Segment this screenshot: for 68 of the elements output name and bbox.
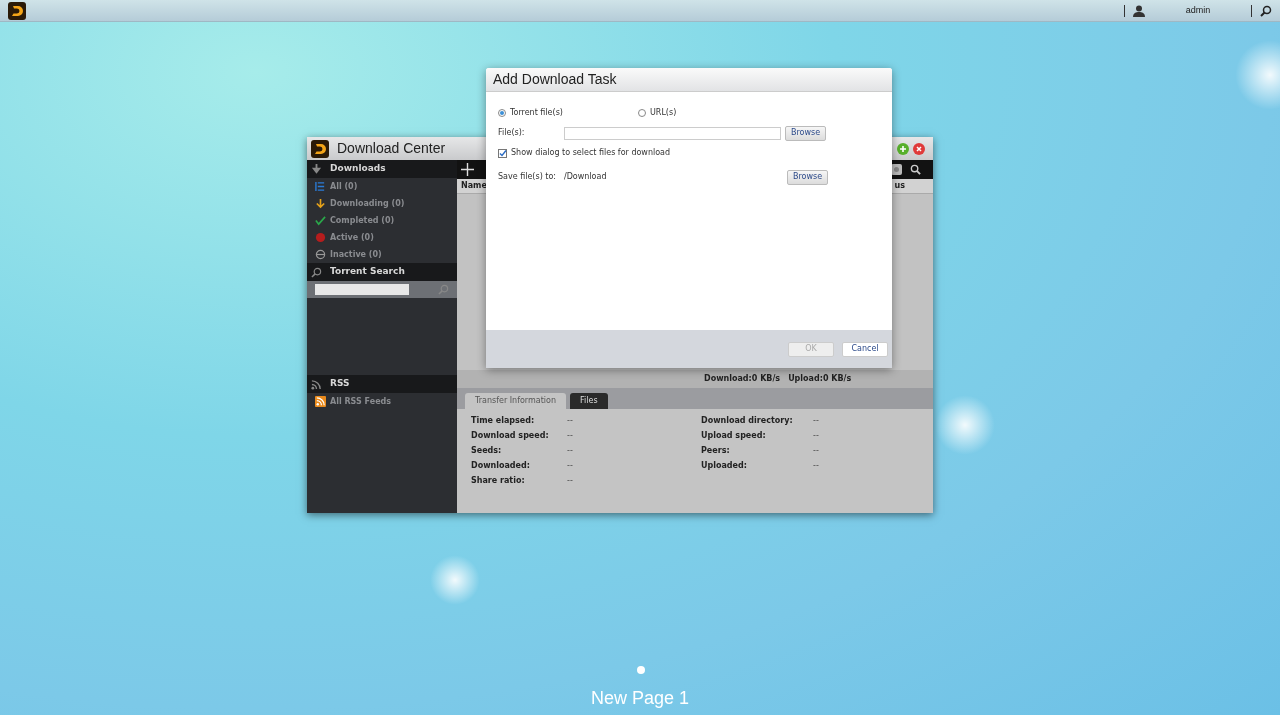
info-value: -- — [567, 444, 573, 457]
column-header[interactable]: Name — [461, 180, 487, 192]
sidebar-item[interactable]: Inactive (0) — [330, 248, 382, 261]
username[interactable]: admin — [1153, 3, 1243, 18]
section-title[interactable]: RSS — [330, 377, 350, 391]
info-label: Share ratio: — [471, 474, 526, 487]
search-icon — [438, 284, 449, 295]
sidebar-item[interactable]: Completed (0) — [330, 214, 395, 227]
settings-icon[interactable] — [891, 164, 902, 175]
info-value: -- — [567, 414, 573, 427]
cancel-button[interactable]: Cancel — [842, 341, 888, 357]
search-icon[interactable] — [1260, 4, 1272, 17]
info-value: -- — [813, 414, 819, 427]
page-indicator-dot[interactable] — [637, 666, 645, 674]
browse-button[interactable]: Browse — [785, 125, 827, 141]
close-icon[interactable] — [913, 142, 925, 155]
sidebar-item[interactable]: All RSS Feeds — [330, 395, 392, 408]
info-label: Uploaded: — [701, 459, 748, 472]
add-icon[interactable] — [461, 163, 474, 176]
info-label: Downloaded: — [471, 459, 531, 472]
stop-icon — [315, 232, 326, 243]
tab[interactable]: Files — [570, 393, 608, 409]
checkbox-label[interactable]: Show dialog to select files for download — [511, 147, 671, 159]
field-label: Save file(s) to: — [498, 171, 558, 183]
tab[interactable]: Transfer Information — [465, 393, 567, 409]
search-icon[interactable] — [910, 164, 921, 175]
search-icon — [311, 266, 322, 278]
field-label: File(s): — [498, 127, 526, 139]
page-label: New Page 1 — [590, 688, 690, 708]
info-value: -- — [813, 429, 819, 442]
info-label: Time elapsed: — [471, 414, 536, 427]
info-value: -- — [567, 429, 573, 442]
app-logo-icon[interactable] — [8, 1, 26, 20]
rss-icon — [315, 396, 326, 407]
sidebar-item[interactable]: All (0) — [330, 180, 358, 193]
sidebar-item[interactable]: Active (0) — [330, 231, 374, 244]
search-field[interactable] — [315, 284, 409, 295]
info-label: Download speed: — [471, 429, 550, 442]
down-arrow-icon — [315, 198, 326, 209]
info-value: -- — [813, 444, 819, 457]
speed-readout: Download:0 KB/s — [704, 373, 781, 385]
info-label: Seeds: — [471, 444, 503, 457]
info-value: -- — [567, 474, 573, 487]
column-header[interactable]: us — [894, 180, 905, 192]
user-icon[interactable] — [1133, 4, 1145, 17]
browse-button[interactable]: Browse — [787, 169, 829, 185]
checkmark-icon — [315, 215, 326, 226]
radio-button[interactable] — [498, 109, 506, 117]
down-arrow-icon — [311, 163, 322, 175]
rss-icon — [311, 378, 322, 390]
info-label: Download directory: — [701, 414, 794, 427]
app-logo-icon — [311, 139, 329, 158]
window-title: Download Center — [337, 139, 446, 158]
field-value: /Download — [564, 171, 608, 183]
radio-button[interactable] — [638, 109, 646, 117]
pause-circle-icon — [315, 249, 326, 260]
sidebar-item[interactable]: Downloading (0) — [330, 197, 405, 210]
file-input-field[interactable] — [564, 126, 781, 140]
radio-label[interactable]: Torrent file(s) — [510, 107, 563, 119]
info-label: Peers: — [701, 444, 731, 457]
radio-label[interactable]: URL(s) — [650, 107, 677, 119]
info-label: Upload speed: — [701, 429, 767, 442]
speed-readout: Upload:0 KB/s — [788, 373, 852, 385]
info-value: -- — [813, 459, 819, 472]
info-value: -- — [567, 459, 573, 472]
dialog-title: Add Download Task — [493, 70, 617, 89]
list-icon — [315, 181, 326, 192]
checkbox[interactable] — [498, 148, 507, 158]
